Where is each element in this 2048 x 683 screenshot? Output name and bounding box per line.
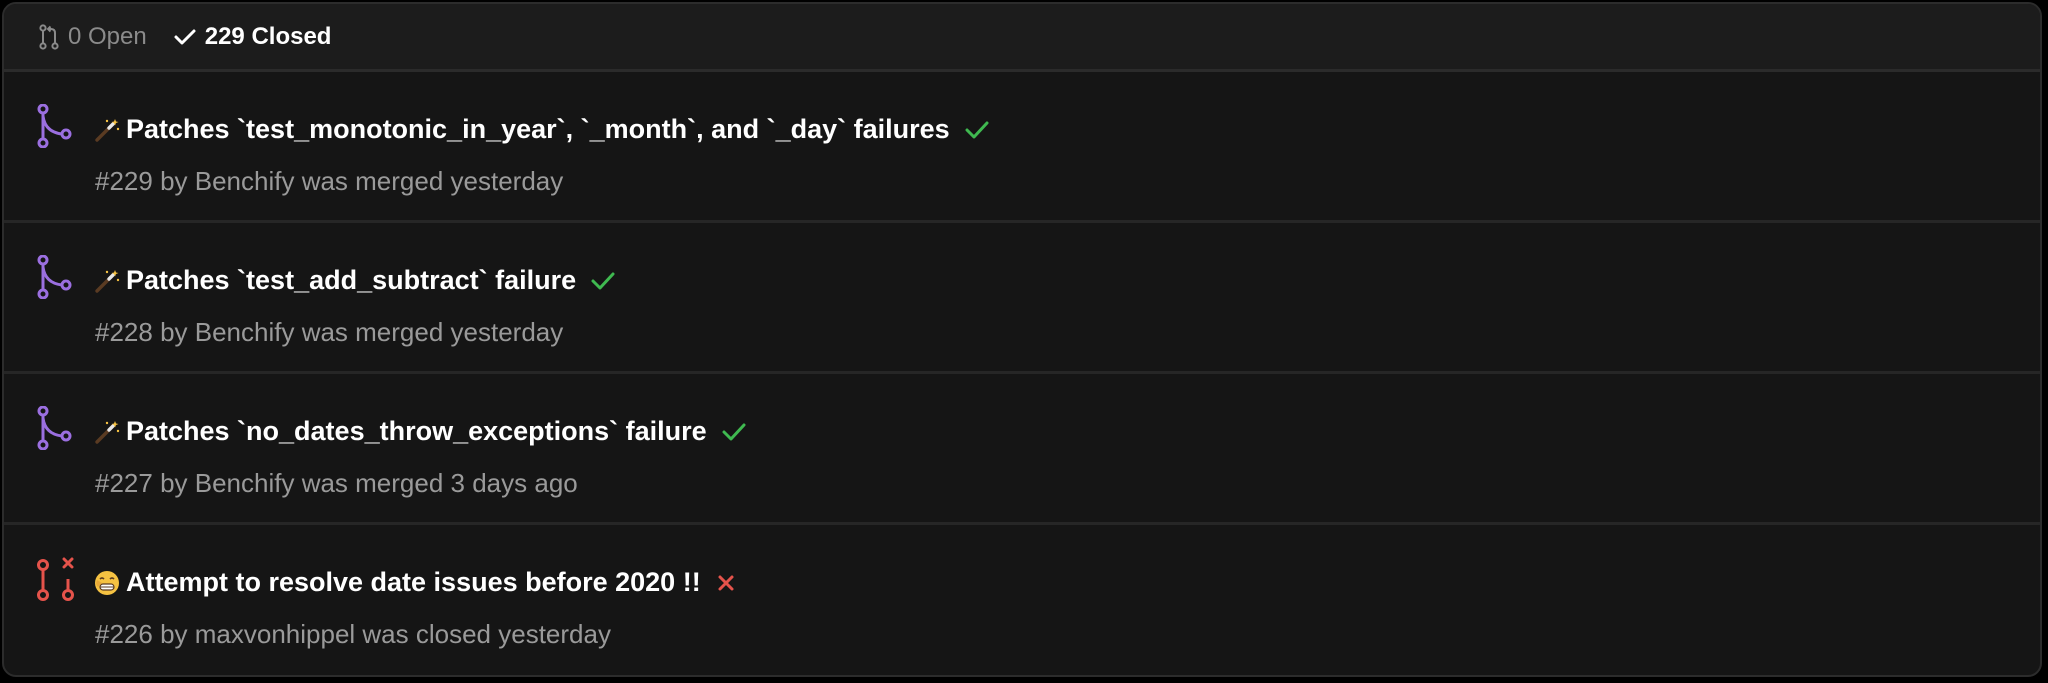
filter-open-label: 0 Open bbox=[68, 22, 147, 50]
cross-icon bbox=[715, 572, 737, 594]
merged-icon bbox=[36, 405, 76, 455]
pull-request-title-line: Patches `test_monotonic_in_year`, `_mont… bbox=[94, 114, 990, 145]
pull-request-meta: #226 by maxvonhippel was closed yesterda… bbox=[95, 619, 611, 649]
magic-wand-icon bbox=[94, 419, 120, 445]
pull-request-title-line: Patches `test_add_subtract` failure bbox=[94, 265, 616, 296]
filter-closed[interactable]: 229 Closed bbox=[173, 22, 332, 51]
magic-wand-icon bbox=[94, 117, 120, 143]
pull-request-title[interactable]: Attempt to resolve date issues before 20… bbox=[126, 567, 701, 598]
pull-request-icon bbox=[38, 23, 60, 50]
grimace-face-icon bbox=[94, 570, 120, 596]
check-icon bbox=[721, 421, 747, 443]
pull-request-title[interactable]: Patches `test_monotonic_in_year`, `_mont… bbox=[126, 114, 950, 145]
pull-request-row[interactable]: Patches `no_dates_throw_exceptions` fail… bbox=[4, 374, 2040, 525]
magic-wand-icon bbox=[94, 268, 120, 294]
pull-request-meta: #228 by Benchify was merged yesterday bbox=[95, 317, 564, 347]
pull-request-title-line: Attempt to resolve date issues before 20… bbox=[94, 567, 737, 598]
pull-request-row[interactable]: Patches `test_monotonic_in_year`, `_mont… bbox=[4, 72, 2040, 223]
pull-request-list: 0 Open 229 Closed Patches `test_monotoni… bbox=[2, 2, 2042, 677]
pull-request-meta: #227 by Benchify was merged 3 days ago bbox=[95, 468, 578, 498]
check-icon bbox=[590, 270, 616, 292]
check-icon bbox=[964, 119, 990, 141]
pull-request-row[interactable]: Patches `test_add_subtract` failure #228… bbox=[4, 223, 2040, 374]
pull-request-title[interactable]: Patches `no_dates_throw_exceptions` fail… bbox=[126, 416, 707, 447]
pull-request-title[interactable]: Patches `test_add_subtract` failure bbox=[126, 265, 576, 296]
merged-icon bbox=[36, 254, 76, 304]
pull-request-row[interactable]: Attempt to resolve date issues before 20… bbox=[4, 525, 2040, 675]
pull-request-title-line: Patches `no_dates_throw_exceptions` fail… bbox=[94, 416, 747, 447]
filter-open[interactable]: 0 Open bbox=[38, 23, 147, 51]
merged-icon bbox=[36, 103, 76, 153]
pull-request-meta: #229 by Benchify was merged yesterday bbox=[95, 166, 564, 196]
list-header: 0 Open 229 Closed bbox=[4, 4, 2040, 72]
closed-pull-request-icon bbox=[36, 557, 78, 608]
check-icon bbox=[173, 27, 197, 47]
filter-closed-label: 229 Closed bbox=[204, 22, 332, 50]
